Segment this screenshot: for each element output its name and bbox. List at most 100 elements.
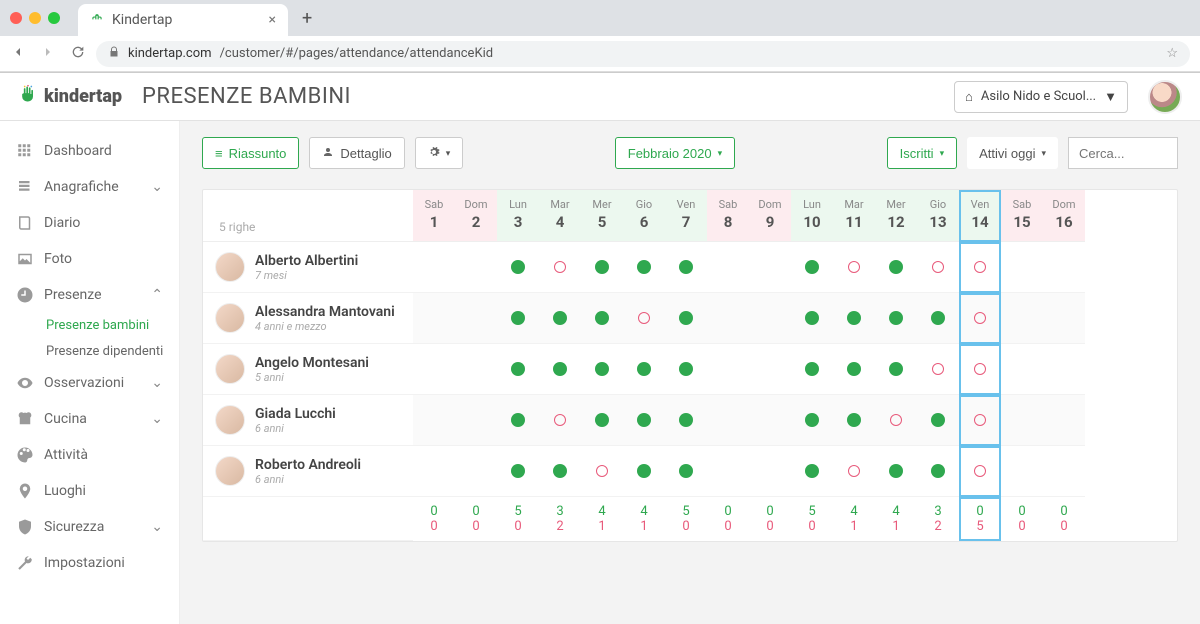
settings-button[interactable]: ▾: [415, 137, 464, 169]
attendance-cell[interactable]: [539, 344, 581, 395]
attendance-cell[interactable]: [1043, 293, 1085, 344]
month-selector[interactable]: Febbraio 2020 ▾: [615, 137, 735, 169]
attendance-cell[interactable]: [413, 344, 455, 395]
day-header[interactable]: Sab1: [413, 190, 455, 242]
attendance-cell[interactable]: [497, 293, 539, 344]
day-header[interactable]: Mar4: [539, 190, 581, 242]
attendance-cell[interactable]: [413, 242, 455, 293]
day-header[interactable]: Ven14: [959, 190, 1001, 242]
attendance-cell[interactable]: [1043, 395, 1085, 446]
attendance-cell[interactable]: [707, 293, 749, 344]
attendance-cell[interactable]: [875, 395, 917, 446]
attendance-cell[interactable]: [581, 242, 623, 293]
child-row-name[interactable]: Giada Lucchi6 anni: [203, 395, 413, 446]
attendance-cell[interactable]: [917, 344, 959, 395]
attendance-cell[interactable]: [665, 242, 707, 293]
attendance-cell[interactable]: [833, 395, 875, 446]
attendance-cell[interactable]: [581, 395, 623, 446]
attendance-cell[interactable]: [1001, 395, 1043, 446]
attendance-cell[interactable]: [749, 242, 791, 293]
day-header[interactable]: Mer5: [581, 190, 623, 242]
sidebar-item-luoghi[interactable]: Luoghi: [0, 473, 179, 509]
child-row-name[interactable]: Roberto Andreoli6 anni: [203, 446, 413, 497]
attendance-cell[interactable]: [791, 293, 833, 344]
attendance-cell[interactable]: [623, 344, 665, 395]
attendance-cell[interactable]: [455, 395, 497, 446]
child-row-name[interactable]: Alessandra Mantovani4 anni e mezzo: [203, 293, 413, 344]
sidebar-item-osservazioni[interactable]: Osservazioni⌄: [0, 365, 179, 401]
attendance-cell[interactable]: [665, 395, 707, 446]
attendance-cell[interactable]: [749, 344, 791, 395]
attendance-cell[interactable]: [833, 293, 875, 344]
attendance-cell[interactable]: [455, 344, 497, 395]
attendance-cell[interactable]: [413, 395, 455, 446]
reload-icon[interactable]: [70, 44, 86, 64]
day-header[interactable]: Sab8: [707, 190, 749, 242]
attendance-cell[interactable]: [665, 344, 707, 395]
day-header[interactable]: Dom9: [749, 190, 791, 242]
attendance-cell[interactable]: [455, 242, 497, 293]
attendance-cell[interactable]: [1001, 293, 1043, 344]
attendance-cell[interactable]: [959, 395, 1001, 446]
new-tab-button[interactable]: +: [296, 8, 318, 29]
day-header[interactable]: Mar11: [833, 190, 875, 242]
attendance-cell[interactable]: [623, 395, 665, 446]
enrolled-filter[interactable]: Iscritti ▾: [887, 137, 957, 169]
day-header[interactable]: Dom2: [455, 190, 497, 242]
active-today-filter[interactable]: Attivi oggi ▾: [967, 137, 1058, 169]
day-header[interactable]: Lun10: [791, 190, 833, 242]
sidebar-item-dashboard[interactable]: Dashboard: [0, 133, 179, 169]
attendance-cell[interactable]: [833, 446, 875, 497]
sidebar-item-cucina[interactable]: Cucina⌄: [0, 401, 179, 437]
sidebar-item-presenze[interactable]: Presenze⌃: [0, 277, 179, 313]
attendance-cell[interactable]: [791, 242, 833, 293]
attendance-cell[interactable]: [581, 293, 623, 344]
attendance-cell[interactable]: [1043, 242, 1085, 293]
forward-icon[interactable]: [40, 44, 56, 64]
sidebar-item-foto[interactable]: Foto: [0, 241, 179, 277]
summary-button[interactable]: ≡ Riassunto: [202, 137, 299, 169]
attendance-cell[interactable]: [917, 395, 959, 446]
attendance-cell[interactable]: [959, 344, 1001, 395]
attendance-cell[interactable]: [539, 242, 581, 293]
attendance-cell[interactable]: [959, 446, 1001, 497]
attendance-cell[interactable]: [497, 446, 539, 497]
attendance-cell[interactable]: [1043, 446, 1085, 497]
back-icon[interactable]: [10, 44, 26, 64]
child-row-name[interactable]: Angelo Montesani5 anni: [203, 344, 413, 395]
attendance-cell[interactable]: [413, 446, 455, 497]
attendance-cell[interactable]: [539, 446, 581, 497]
attendance-cell[interactable]: [791, 395, 833, 446]
attendance-cell[interactable]: [455, 293, 497, 344]
attendance-cell[interactable]: [791, 344, 833, 395]
sidebar-item-diario[interactable]: Diario: [0, 205, 179, 241]
minimize-window-icon[interactable]: [29, 12, 41, 24]
attendance-cell[interactable]: [959, 242, 1001, 293]
attendance-cell[interactable]: [497, 395, 539, 446]
school-selector[interactable]: ⌂ Asilo Nido e Scuol... ▼: [954, 81, 1128, 113]
browser-tab[interactable]: Kindertap ×: [78, 4, 288, 36]
attendance-cell[interactable]: [581, 446, 623, 497]
attendance-cell[interactable]: [539, 395, 581, 446]
attendance-cell[interactable]: [1043, 344, 1085, 395]
user-avatar[interactable]: [1148, 80, 1182, 114]
close-tab-icon[interactable]: ×: [269, 12, 276, 28]
attendance-cell[interactable]: [623, 446, 665, 497]
attendance-cell[interactable]: [833, 344, 875, 395]
day-header[interactable]: Gio6: [623, 190, 665, 242]
attendance-cell[interactable]: [455, 446, 497, 497]
day-header[interactable]: Gio13: [917, 190, 959, 242]
attendance-cell[interactable]: [707, 446, 749, 497]
attendance-cell[interactable]: [1001, 344, 1043, 395]
attendance-cell[interactable]: [875, 293, 917, 344]
attendance-cell[interactable]: [707, 344, 749, 395]
sidebar-subitem[interactable]: Presenze dipendenti: [0, 339, 179, 365]
attendance-cell[interactable]: [497, 344, 539, 395]
sidebar-subitem[interactable]: Presenze bambini: [0, 313, 179, 339]
attendance-cell[interactable]: [413, 293, 455, 344]
attendance-cell[interactable]: [581, 344, 623, 395]
attendance-cell[interactable]: [917, 293, 959, 344]
bookmark-icon[interactable]: ☆: [1166, 46, 1178, 61]
attendance-cell[interactable]: [707, 395, 749, 446]
search-input[interactable]: [1068, 137, 1178, 169]
